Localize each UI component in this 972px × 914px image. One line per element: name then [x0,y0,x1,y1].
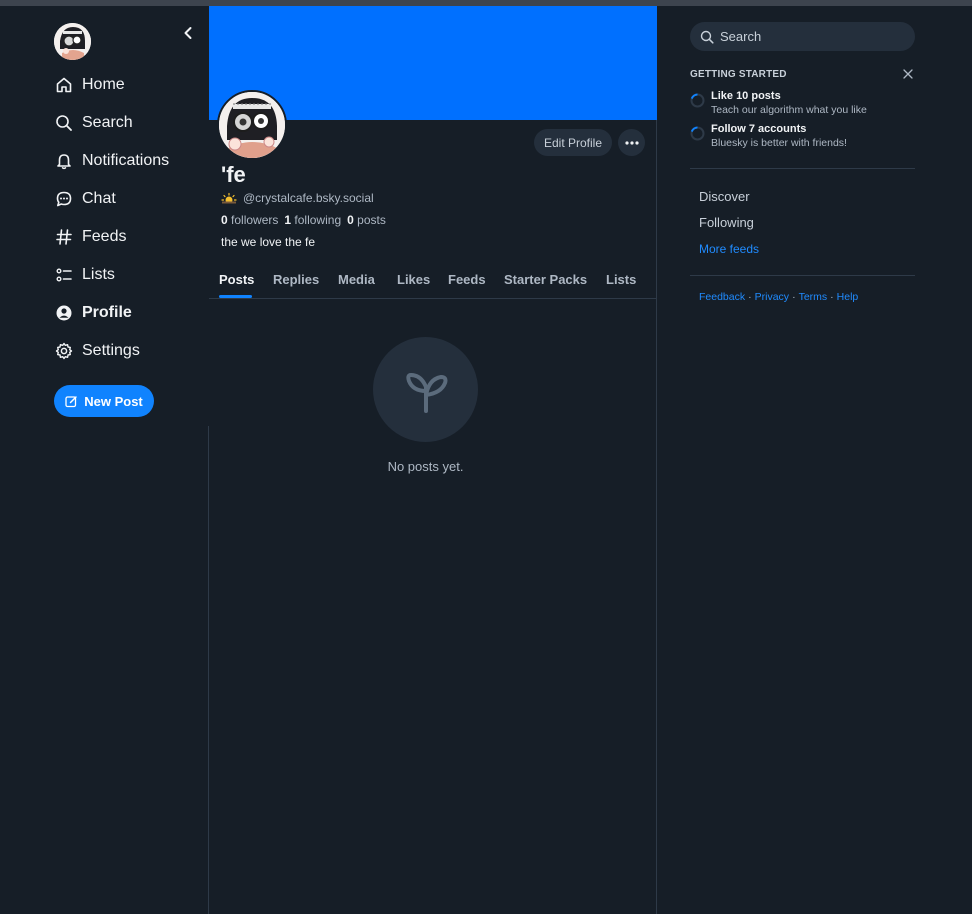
footer-separator: · [748,291,752,303]
display-name: 'fe [221,162,246,187]
footer-links: Feedback · Privacy · Terms · Help [699,291,858,303]
nav-feeds-label: Feeds [82,228,127,245]
empty-state-text: No posts yet. [387,459,464,474]
handle-row: @crystalcafe.bsky.social [221,191,374,205]
nav-profile[interactable]: Profile [54,298,132,328]
empty-state-icon-circle [373,337,478,442]
footer-separator: · [792,291,796,303]
tab-media[interactable]: Media [338,272,375,287]
search-icon [54,113,74,133]
nav-chat-label: Chat [82,190,116,207]
search-icon [700,30,714,44]
nav-settings[interactable]: Settings [54,336,140,366]
list-icon [54,265,74,285]
tab-feeds[interactable]: Feeds [448,272,486,287]
getting-started-item-title: Follow 7 accounts [711,123,807,135]
getting-started-item-title: Like 10 posts [711,90,781,102]
more-feeds-link[interactable]: More feeds [699,242,759,256]
nav-profile-label: Profile [82,304,132,321]
help-link[interactable]: Help [837,291,859,303]
home-icon [54,75,74,95]
tab-replies[interactable]: Replies [273,272,319,287]
nav-notifications-label: Notifications [82,152,170,169]
compose-icon [65,395,77,407]
nav-notifications[interactable]: Notifications [54,146,169,176]
more-options-button[interactable] [618,129,645,156]
progress-ring-icon [690,93,705,108]
nav-home-label: Home [82,76,125,93]
profile-bio: the we love the fe [221,235,316,249]
tab-starter-packs[interactable]: Starter Packs [504,272,587,287]
getting-started-item-subtitle: Bluesky is better with friends! [711,137,847,149]
nav-chat[interactable]: Chat [54,184,116,214]
sprout-icon [405,372,447,413]
search-input[interactable] [720,29,900,44]
nav-lists[interactable]: Lists [54,260,115,290]
divider [690,275,915,276]
hash-icon [54,227,74,247]
following-stat[interactable]: 1 following [284,213,341,227]
followers-stat[interactable]: 0 followers [221,213,278,227]
getting-started-item-subtitle: Teach our algorithm what you like [711,104,867,116]
feedback-link[interactable]: Feedback [699,291,745,303]
nav-home[interactable]: Home [54,70,125,100]
ellipsis-icon [624,140,639,145]
profile-column: Edit Profile 'fe @crystalcafe.bsky.socia… [209,6,657,914]
left-navigation: Home Search Notifications Chat Feeds Lis… [0,6,208,426]
profile-avatar[interactable] [217,90,287,160]
terms-link[interactable]: Terms [799,291,828,303]
user-circle-icon [54,303,74,323]
new-post-button[interactable]: New Post [54,385,154,417]
getting-started-title: GETTING STARTED [690,69,787,80]
collapse-sidebar-button[interactable] [177,22,199,44]
avatar[interactable] [54,23,91,60]
getting-started-item[interactable]: Follow 7 accounts Bluesky is better with… [690,123,915,153]
close-getting-started-button[interactable] [902,68,914,80]
sunrise-icon [221,192,237,204]
gear-icon [54,341,74,361]
feed-link-discover[interactable]: Discover [699,189,750,204]
tab-posts[interactable]: Posts [219,272,254,287]
nav-search[interactable]: Search [54,108,133,138]
privacy-link[interactable]: Privacy [755,291,789,303]
divider [690,168,915,169]
progress-ring-icon [690,126,705,141]
handle-text[interactable]: @crystalcafe.bsky.social [243,191,374,205]
feed-link-following[interactable]: Following [699,215,754,230]
tab-lists[interactable]: Lists [606,272,636,287]
posts-stat: 0 posts [347,213,386,227]
search-box[interactable] [690,22,915,51]
footer-separator: · [830,291,834,303]
getting-started-item[interactable]: Like 10 posts Teach our algorithm what y… [690,90,915,120]
nav-feeds[interactable]: Feeds [54,222,126,252]
tab-likes[interactable]: Likes [397,272,430,287]
close-icon [903,69,913,79]
profile-stats: 0 followers 1 following 0 posts [221,213,386,227]
nav-settings-label: Settings [82,342,140,359]
new-post-label: New Post [84,393,143,409]
bell-icon [54,151,74,171]
profile-tabs: Posts Replies Media Likes Feeds Starter … [209,260,657,299]
chat-icon [54,189,74,209]
chevron-left-icon [184,27,192,39]
nav-lists-label: Lists [82,266,115,283]
active-tab-indicator [219,295,252,298]
edit-profile-button[interactable]: Edit Profile [534,129,612,156]
nav-search-label: Search [82,114,133,131]
